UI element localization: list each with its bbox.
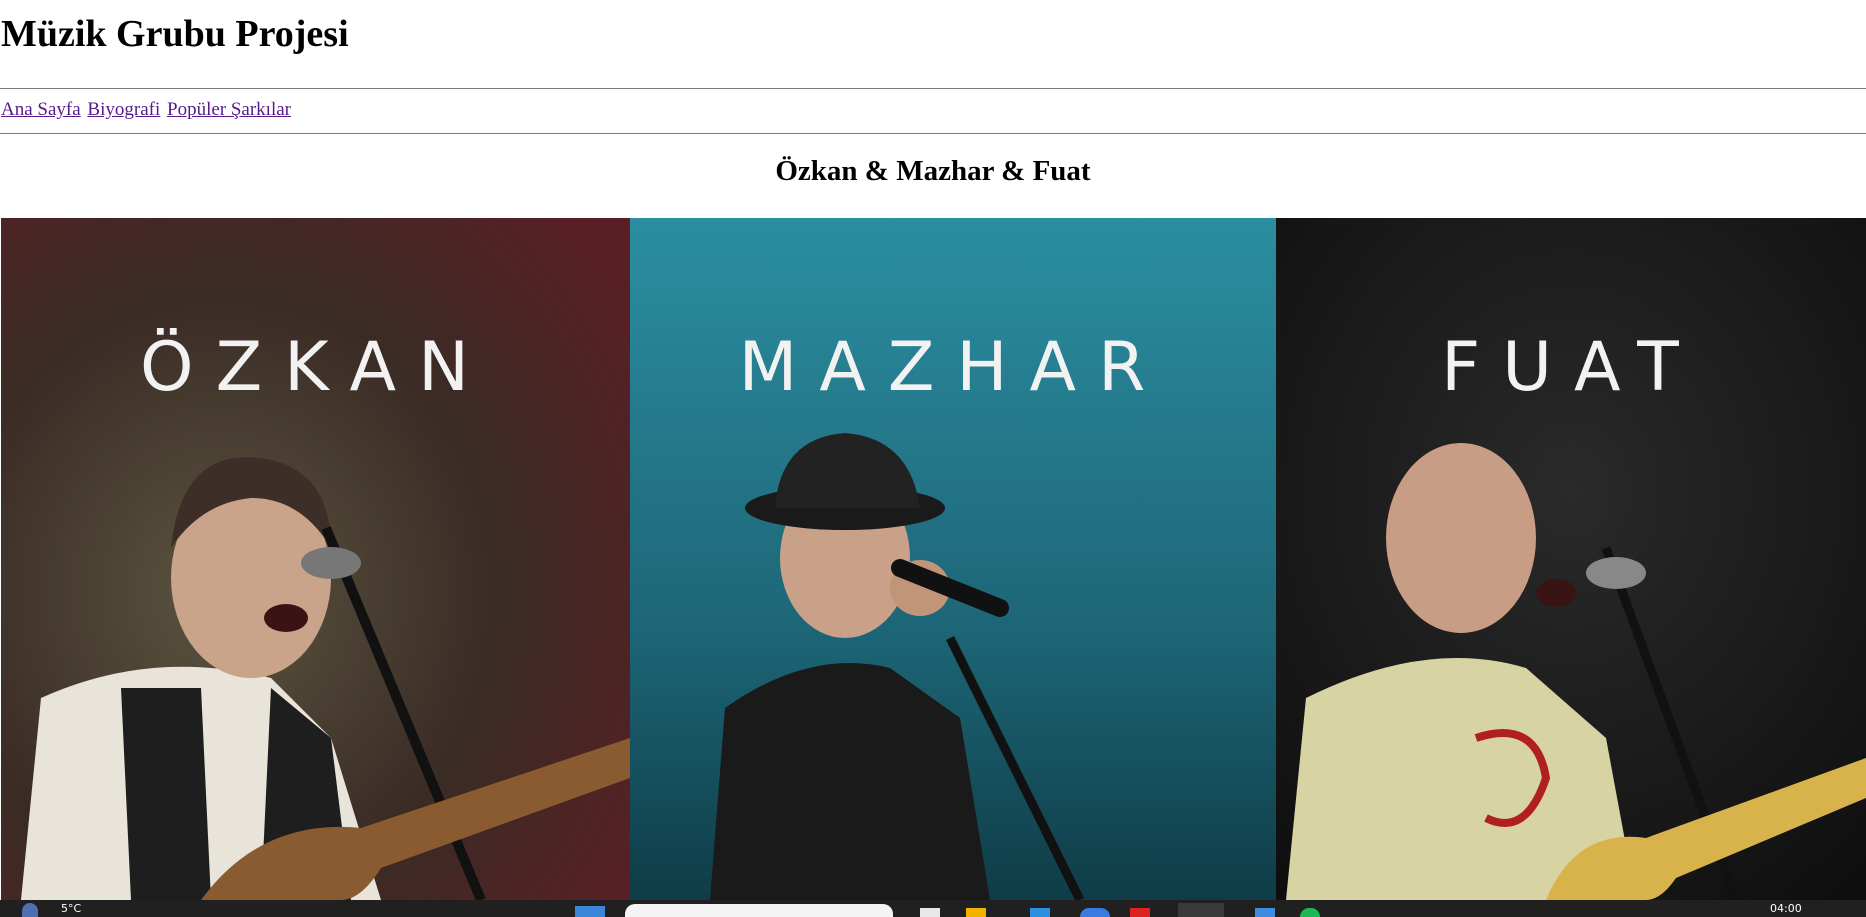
taskbar-app-7-icon[interactable] (1255, 908, 1275, 917)
taskbar-clock: 04:00 (1770, 902, 1802, 915)
taskbar-search[interactable] (625, 904, 893, 917)
taskbar-app-8-icon[interactable] (1300, 908, 1320, 917)
nav-link-biography[interactable]: Biyografi (87, 99, 160, 120)
fuat-figure-image (1276, 218, 1866, 900)
main-nav: Ana Sayfa Biyografi Popüler Şarkılar (1, 99, 293, 121)
nav-link-popular-songs[interactable]: Popüler Şarkılar (167, 99, 291, 120)
divider-bottom (0, 133, 1866, 134)
panel-name-fuat: FUAT (1441, 328, 1701, 407)
mazhar-figure-image (630, 218, 1276, 900)
page: Müzik Grubu Projesi Ana Sayfa Biyografi … (0, 0, 1866, 917)
photo-panel-mazhar: MAZHAR (630, 218, 1276, 900)
panel-name-ozkan: ÖZKAN (140, 328, 491, 407)
taskbar-app-4-icon[interactable] (1080, 908, 1110, 917)
start-button[interactable] (575, 906, 605, 917)
divider-top (0, 88, 1866, 89)
site-title: Müzik Grubu Projesi (1, 13, 349, 55)
taskbar-app-1-icon[interactable] (920, 908, 940, 917)
nav-link-home[interactable]: Ana Sayfa (1, 99, 81, 120)
taskbar-app-2-icon[interactable] (966, 908, 986, 917)
photo-panel-ozkan: ÖZKAN (1, 218, 630, 900)
taskbar: 5°C 04:00 (0, 900, 1866, 917)
taskbar-app-6-icon[interactable] (1178, 903, 1224, 917)
photo-panel-fuat: FUAT (1276, 218, 1866, 900)
taskbar-app-5-icon[interactable] (1130, 908, 1150, 917)
panel-name-mazhar: MAZHAR (738, 328, 1168, 407)
band-title: Özkan & Mazhar & Fuat (775, 155, 1091, 187)
taskbar-app-3-icon[interactable] (1030, 908, 1050, 917)
ozkan-figure-image (1, 218, 630, 900)
weather-temp: 5°C (61, 902, 82, 915)
weather-icon[interactable] (22, 903, 38, 917)
band-photo: ÖZKAN MAZHAR FUAT (1, 218, 1866, 900)
